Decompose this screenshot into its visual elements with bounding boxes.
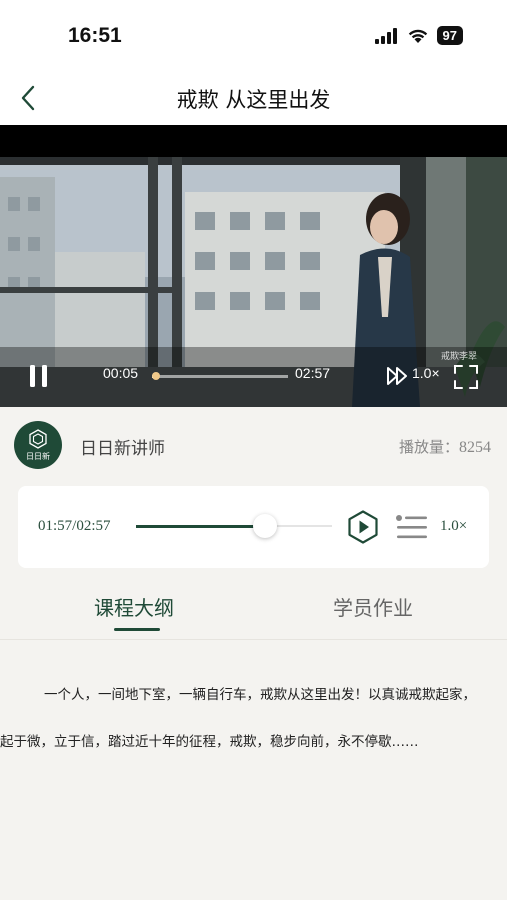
audio-progress-fill [136, 525, 266, 528]
audio-time: 01:57/02:57 [38, 518, 111, 534]
video-player[interactable]: 00:05 02:57 1.0× 戒欺李翠 [0, 125, 507, 407]
playlist-icon[interactable] [394, 512, 428, 542]
audio-player-card: 01:57/02:57 1.0× [18, 486, 489, 568]
play-count-label: 播放量： [398, 438, 459, 456]
tab-student-homework[interactable]: 学员作业 [333, 592, 413, 621]
fast-forward-icon[interactable] [386, 366, 410, 386]
video-current-time: 00:05 [103, 365, 139, 381]
tab-active-indicator [114, 628, 160, 631]
nav-bar: 戒欺 从这里出发 [0, 70, 507, 125]
fullscreen-icon[interactable] [453, 364, 479, 390]
status-time: 16:51 [68, 24, 122, 47]
teacher-row: 日日新 日日新讲师 播放量：8254 [0, 407, 507, 483]
brand-logo-icon [29, 428, 47, 449]
pause-icon[interactable] [27, 363, 51, 389]
play-icon[interactable] [346, 510, 380, 544]
status-icons: 97 [374, 26, 463, 45]
avatar-text: 日日新 [26, 451, 50, 461]
video-speed-button[interactable]: 1.0× [412, 365, 440, 381]
audio-progress-bar[interactable] [136, 514, 332, 538]
content-tabs: 课程大纲 学员作业 [0, 580, 507, 640]
video-watermark: 戒欺李翠 [441, 352, 478, 362]
play-count: 播放量：8254 [399, 436, 491, 457]
page-title: 戒欺 从这里出发 [176, 88, 331, 112]
course-intro: 一个人，一间地下室，一辆自行车，戒欺从这里出发！以真诚戒欺起家， 起于微，立于信… [0, 672, 507, 766]
video-duration: 02:57 [295, 365, 331, 381]
tab-course-outline[interactable]: 课程大纲 [94, 592, 174, 621]
intro-line-1: 一个人，一间地下室，一辆自行车，戒欺从这里出发！以真诚戒欺起家， [44, 687, 476, 703]
play-count-value: 8254 [459, 439, 491, 456]
status-bar: 16:51 97 [0, 0, 507, 70]
wifi-icon [408, 29, 427, 43]
audio-progress-thumb[interactable] [253, 514, 278, 538]
teacher-name[interactable]: 日日新讲师 [80, 434, 165, 459]
avatar[interactable]: 日日新 [14, 421, 62, 469]
intro-line-2: 起于微，立于信，踏过近十年的征程，戒欺，稳步向前，永不停歇…… [0, 734, 419, 750]
signal-icon [374, 27, 397, 44]
video-progress-bar[interactable] [152, 372, 288, 380]
audio-speed-button[interactable]: 1.0× [440, 518, 467, 535]
battery-indicator: 97 [436, 26, 463, 45]
